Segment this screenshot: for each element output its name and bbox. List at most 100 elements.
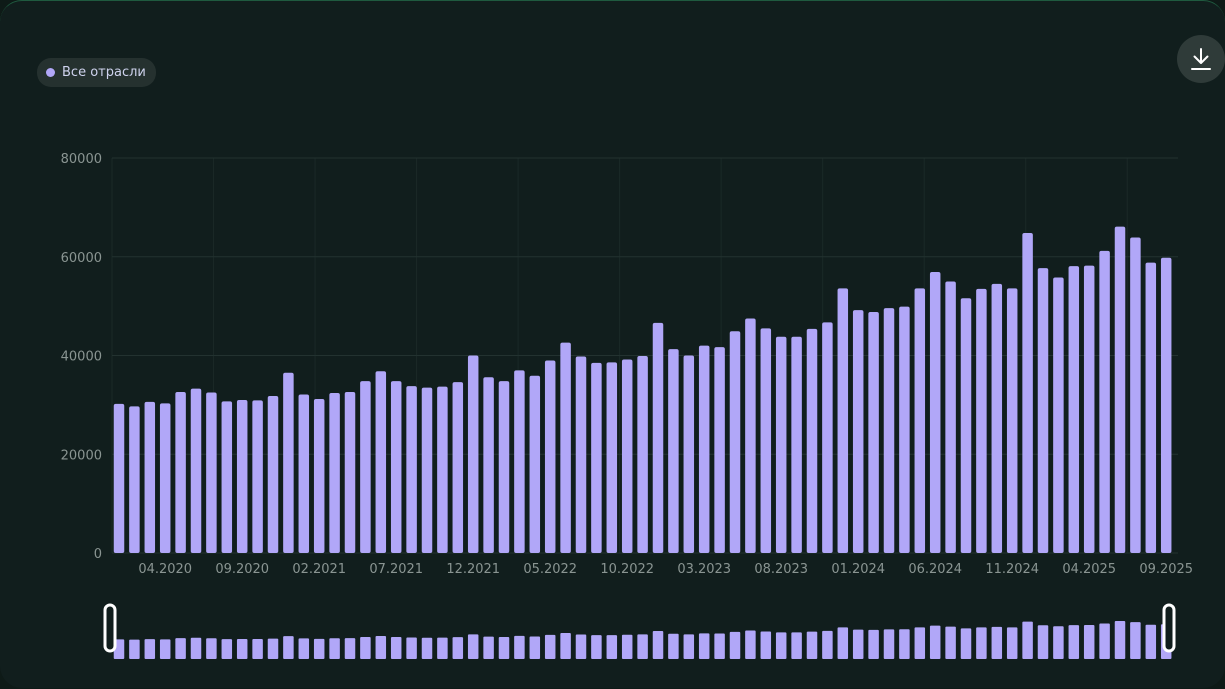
y-tick-label: 60000	[61, 251, 102, 266]
bar	[760, 328, 772, 553]
navigator-bar	[421, 637, 433, 659]
navigator-bar	[621, 634, 633, 659]
bars	[113, 226, 1172, 554]
navigator-bar	[960, 628, 972, 659]
navigator-handle-left[interactable]	[103, 603, 117, 653]
navigator-bar	[929, 625, 941, 659]
bar	[1083, 265, 1095, 553]
navigator-bar	[945, 626, 956, 659]
x-tick-label: 01.2024	[831, 562, 885, 577]
navigator-bar	[514, 635, 525, 659]
bar	[575, 356, 587, 553]
bar	[1114, 226, 1126, 553]
navigator-bar	[575, 634, 587, 659]
y-tick-label: 20000	[61, 448, 102, 463]
bar	[637, 355, 648, 553]
navigator-bar	[375, 635, 387, 659]
navigator-bar	[267, 638, 279, 659]
navigator-bar	[144, 639, 156, 659]
bar	[421, 387, 433, 553]
navigator-bar	[452, 637, 464, 659]
bar	[822, 322, 833, 553]
navigator-bar	[606, 635, 618, 659]
x-tick-label: 10.2022	[600, 562, 654, 577]
navigator-bar	[1053, 626, 1064, 659]
navigator-bar	[498, 637, 510, 659]
x-tick-label: 03.2023	[677, 562, 731, 577]
bar	[113, 403, 125, 553]
x-tick-label: 04.2025	[1062, 562, 1116, 577]
x-tick-label: 12.2021	[446, 562, 500, 577]
bar	[144, 401, 156, 553]
navigator-bar	[329, 638, 340, 659]
navigator-bar	[698, 633, 710, 659]
bar	[621, 359, 633, 553]
navigator-bar	[298, 638, 310, 659]
bar	[806, 328, 818, 553]
navigator-handle-right[interactable]	[1162, 603, 1176, 653]
navigator-bar	[344, 638, 356, 659]
navigator-bar	[560, 633, 571, 659]
navigator-bar	[1037, 625, 1049, 659]
navigator-bar	[437, 637, 448, 659]
navigator-bar	[852, 629, 864, 659]
bar	[529, 375, 541, 553]
navigator-bar	[390, 637, 402, 659]
bar	[467, 355, 479, 553]
navigator-bar	[837, 627, 849, 659]
bar	[745, 318, 756, 553]
navigator-bar	[591, 635, 602, 659]
bar	[1130, 237, 1141, 553]
bar	[668, 349, 679, 553]
navigator-bar	[806, 631, 818, 659]
bar	[837, 288, 849, 553]
bar	[375, 371, 387, 553]
bar	[729, 331, 741, 553]
navigator-bar	[1099, 623, 1110, 659]
bar	[606, 362, 618, 553]
navigator-bar	[652, 630, 664, 659]
navigator-bar	[544, 634, 556, 659]
x-axis: 04.2020 09.2020 02.2021 07.2021 12.2021 05.20…	[138, 562, 1193, 577]
bar	[852, 310, 864, 553]
bar	[1022, 233, 1033, 554]
x-tick-label: 05.2022	[523, 562, 577, 577]
navigator-bar	[668, 633, 679, 659]
bar	[159, 403, 171, 553]
bar	[498, 381, 510, 553]
navigator-bar	[1068, 625, 1080, 659]
navigator-bar	[1145, 624, 1157, 659]
bar	[437, 386, 448, 553]
bar-chart: 0 20000 40000 60000 80000 04.2020 09.2020 02.2…	[61, 152, 1193, 659]
navigator-bar	[822, 630, 833, 659]
navigator-bar	[1130, 622, 1141, 659]
bar	[976, 288, 987, 553]
navigator-bar	[236, 638, 248, 659]
navigator-bar	[883, 629, 895, 659]
y-tick-label: 80000	[61, 152, 102, 167]
bar	[344, 392, 356, 553]
bar	[929, 272, 941, 553]
x-tick-label: 08.2023	[754, 562, 808, 577]
bar	[914, 288, 926, 553]
bar	[1053, 277, 1064, 553]
navigator-bar	[406, 637, 417, 659]
range-navigator[interactable]	[103, 603, 1176, 659]
navigator-bar	[159, 639, 171, 659]
y-tick-label: 0	[94, 547, 102, 562]
bar	[221, 401, 233, 553]
bar	[652, 322, 664, 553]
bar	[206, 392, 217, 553]
bar	[1160, 257, 1172, 553]
navigator-bar	[467, 634, 479, 659]
bar	[175, 392, 186, 553]
bar	[698, 345, 710, 553]
bar	[544, 360, 556, 553]
navigator-bar	[1114, 620, 1126, 659]
bar	[868, 312, 879, 553]
x-tick-label: 09.2020	[215, 562, 269, 577]
bar	[267, 395, 279, 553]
bar	[1068, 266, 1080, 553]
navigator-bar	[190, 637, 202, 659]
bar	[298, 394, 310, 553]
